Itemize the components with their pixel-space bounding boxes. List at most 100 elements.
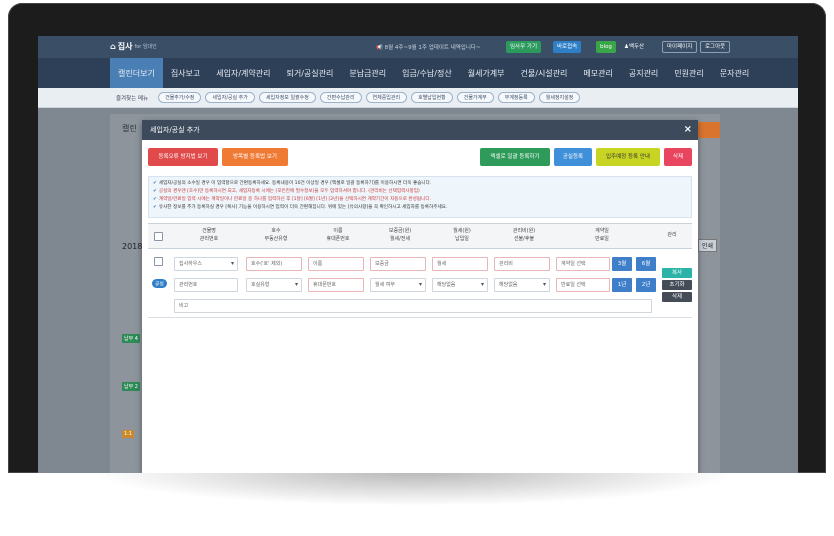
mgmt-number-input[interactable]: 관리번호 bbox=[174, 278, 238, 292]
laptop-shadow bbox=[90, 472, 740, 506]
col-room-l2: 부동산유형 bbox=[264, 236, 288, 242]
quick-building-edit[interactable]: 건물추가/수정 bbox=[158, 92, 202, 103]
move-in-guide-button[interactable]: 입주예정 등록 안내 bbox=[596, 148, 660, 166]
period-6m-button[interactable]: 6월 bbox=[636, 257, 656, 271]
col-contract-l2: 만료일 bbox=[595, 236, 609, 242]
payment-tag-bg-1: 납부 4 bbox=[122, 334, 140, 343]
lease-type-select[interactable]: 월세 여부 bbox=[370, 278, 426, 292]
payment-tag-bg-2: 납부 2 bbox=[122, 382, 140, 391]
quick-tenant-bulk-edit[interactable]: 세입자정보 일괄수정 bbox=[258, 92, 316, 103]
col-contract-l1: 계약일 bbox=[595, 228, 609, 234]
tenant-vacancy-add-modal: 세입자/공실 추가 × 등록오류 방지법 보기 방목별 등록법 보기 엑셀로 일… bbox=[142, 120, 698, 473]
nav-moveout-vacancy[interactable]: 퇴거/공실관리 bbox=[278, 58, 341, 88]
user-name[interactable]: ♟백두산 bbox=[620, 41, 648, 53]
calendar-year-bg: 2018 bbox=[122, 242, 143, 251]
col-building: 건물명관리번호 bbox=[174, 227, 244, 243]
update-notice-text: 8월 4주~9월 1주 업데이트 내역입니다~ bbox=[384, 45, 481, 51]
nav-notice[interactable]: 공지관리 bbox=[621, 58, 666, 88]
imsamu-button[interactable]: 임사무 가기 bbox=[506, 41, 542, 53]
memo-textarea[interactable]: 비고 bbox=[174, 299, 652, 313]
notice-line-2: ✔ 공실의 경우엔 [호수]만 등록하시면 되고, 세입자등록 시에는 [모든칸에… bbox=[153, 188, 687, 196]
copy-row-button[interactable]: 복사 bbox=[662, 268, 692, 278]
col-building-l1: 건물명 bbox=[202, 228, 216, 234]
period-2y-button[interactable]: 2년 bbox=[636, 278, 656, 292]
check-icon: ✔ bbox=[153, 205, 157, 210]
phone-input[interactable]: 휴대폰번호 bbox=[308, 278, 364, 292]
row-divider bbox=[148, 317, 692, 318]
mypage-button[interactable]: 마이페이지 bbox=[662, 41, 698, 53]
quick-tenant-add[interactable]: 세입자/공실 추가 bbox=[205, 92, 255, 103]
quick-sub-account[interactable]: 부계정등록 bbox=[497, 92, 535, 103]
col-mgmt-fee-l2: 선불/후불 bbox=[513, 236, 535, 242]
logout-button[interactable]: 로그아웃 bbox=[700, 41, 731, 53]
deposit-input[interactable]: 보증금 bbox=[370, 257, 426, 271]
payment-tag-bg-3: 1:1 bbox=[122, 430, 135, 438]
nav-report[interactable]: 집사보고 bbox=[163, 58, 208, 88]
mgmt-fee-input[interactable]: 관리비 bbox=[494, 257, 550, 271]
col-building-l2: 관리번호 bbox=[199, 236, 219, 242]
nav-memo[interactable]: 메모관리 bbox=[575, 58, 620, 88]
favorite-menu-bar: 즐겨찾는 메뉴 건물추가/수정 세입자/공실 추가 세입자정보 일괄수정 간편수… bbox=[38, 88, 798, 108]
close-icon[interactable]: × bbox=[684, 124, 692, 136]
nav-tenant-contract[interactable]: 세입자/계약관리 bbox=[208, 58, 278, 88]
quick-overdue[interactable]: 연체중입관리 bbox=[365, 92, 408, 103]
col-rent: 월세(원) 납입일 bbox=[432, 227, 492, 243]
nav-installment[interactable]: 분납금관리 bbox=[341, 58, 394, 88]
room-type-select[interactable]: 호실유형 bbox=[246, 278, 302, 292]
top-bar: ⌂ 집사 for 임대인 📢 8월 4주~9월 1주 업데이트 내역입니다~ 임… bbox=[38, 36, 798, 58]
logo-text: 집사 bbox=[117, 42, 133, 51]
blog-button[interactable]: blog bbox=[596, 41, 616, 53]
reset-row-button[interactable]: 초기화 bbox=[662, 280, 692, 290]
row-checkbox[interactable] bbox=[154, 257, 163, 266]
period-3m-button[interactable]: 3월 bbox=[612, 257, 632, 271]
check-icon: ✔ bbox=[153, 181, 157, 186]
quick-building-ledger[interactable]: 건물가계부 bbox=[456, 92, 494, 103]
delete-all-button[interactable]: 삭제 bbox=[664, 148, 692, 166]
nav-calendar[interactable]: 캘린더보기 bbox=[110, 58, 163, 88]
quick-room-payment-status[interactable]: 호별납입현황 bbox=[411, 92, 453, 103]
notice-line-2-text: 공실의 경우엔 [호수]만 등록하시면 되고, 세입자등록 시에는 [모든칸에 … bbox=[158, 189, 420, 194]
nav-rent-ledger[interactable]: 월세가계부 bbox=[460, 58, 513, 88]
main-nav: 캘린더보기 집사보고 세입자/계약관리 퇴거/공실관리 분납금관리 입금/수납/… bbox=[38, 58, 798, 88]
col-rent-l1: 월세(원) bbox=[453, 228, 471, 234]
calendar-title-bg: 캘린 bbox=[122, 124, 137, 133]
stage: ⌂ 집사 for 임대인 📢 8월 4주~9월 1주 업데이트 내역입니다~ 임… bbox=[0, 0, 834, 536]
prevent-error-guide-button[interactable]: 등록오류 방지법 보기 bbox=[148, 148, 218, 166]
col-name: 이름휴대폰번호 bbox=[308, 227, 368, 243]
quick-simple-payment[interactable]: 간편수납관리 bbox=[319, 92, 362, 103]
select-all-checkbox[interactable] bbox=[154, 232, 163, 241]
delete-row-button[interactable]: 삭제 bbox=[662, 292, 692, 302]
print-button-bg: 인쇄 bbox=[698, 239, 718, 252]
vacant-badge[interactable]: 공실 bbox=[152, 279, 167, 288]
payday-select[interactable]: 해당없음 bbox=[432, 278, 488, 292]
nav-complaint[interactable]: 민원관리 bbox=[666, 58, 711, 88]
building-select[interactable]: 집사하우스 bbox=[174, 257, 238, 271]
col-deposit-l2: 월세/전세 bbox=[389, 236, 411, 242]
modal-title: 세입자/공실 추가 bbox=[150, 126, 200, 134]
nav-building-facility[interactable]: 건물/시설관리 bbox=[513, 58, 576, 88]
notice-line-1: ✔ 세입자/공실의 소수일 경우 이 입력항으로 간편등록하세요. 등록내용이 1… bbox=[153, 180, 687, 188]
period-1y-button[interactable]: 1년 bbox=[612, 278, 632, 292]
col-mgmt-fee: 관리비(원) 선불/후불 bbox=[494, 227, 554, 243]
tenant-name-input[interactable]: 이름 bbox=[308, 257, 364, 271]
nav-payment[interactable]: 입금/수납/정산 bbox=[394, 58, 460, 88]
col-rent-l2: 납입일 bbox=[455, 236, 469, 242]
excel-bulk-register-button[interactable]: 엑셀로 일괄 등록하기 bbox=[480, 148, 550, 166]
room-registration-guide-button[interactable]: 방목별 등록법 보기 bbox=[222, 148, 288, 166]
rent-input[interactable]: 월세 bbox=[432, 257, 488, 271]
col-name-l2: 휴대폰번호 bbox=[326, 236, 350, 242]
col-contract: 계약일만료일 bbox=[552, 227, 652, 243]
expire-date-input[interactable]: 만료일 선택 bbox=[556, 278, 610, 292]
room-number-input[interactable]: 호수('호' 제외) bbox=[246, 257, 302, 271]
col-manage: 관리 bbox=[667, 232, 677, 238]
prepaid-select[interactable]: 해당없음 bbox=[494, 278, 550, 292]
contract-date-input[interactable]: 계약일 선택 bbox=[556, 257, 610, 271]
app-logo[interactable]: ⌂ 집사 for 임대인 bbox=[110, 41, 157, 52]
quick-rent-pause[interactable]: 월세정지설정 bbox=[538, 92, 581, 103]
vacancy-register-button[interactable]: 공실등록 bbox=[554, 148, 592, 166]
quick-connect-button[interactable]: 바로접속 bbox=[553, 41, 582, 53]
col-name-l1: 이름 bbox=[333, 228, 343, 234]
update-notice[interactable]: 📢 8월 4주~9월 1주 업데이트 내역입니다~ bbox=[376, 43, 481, 51]
nav-sms[interactable]: 문자관리 bbox=[712, 58, 757, 88]
